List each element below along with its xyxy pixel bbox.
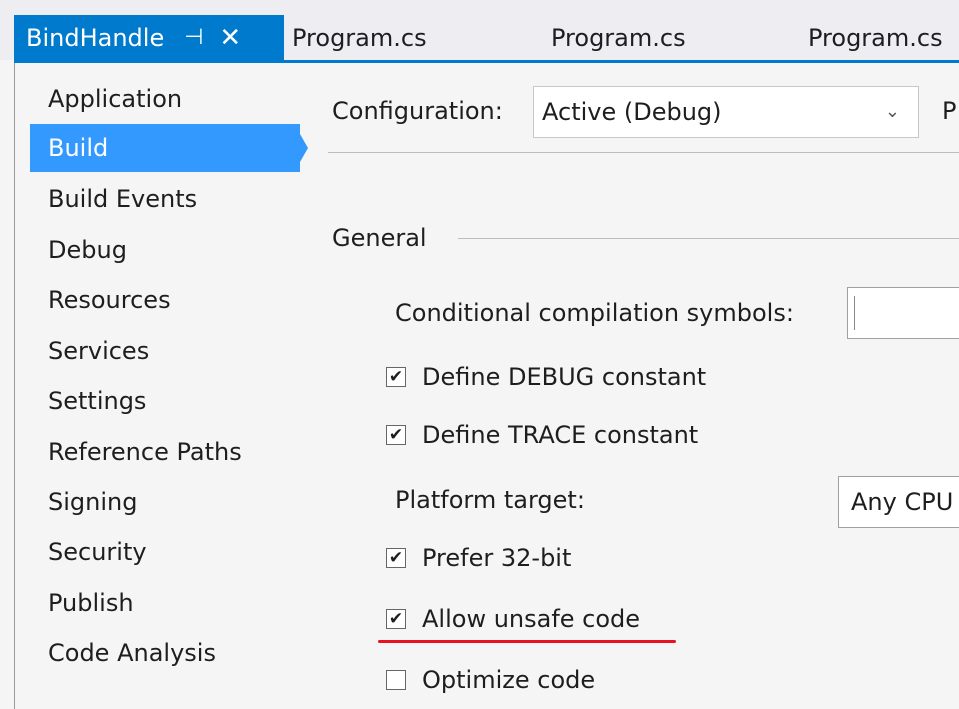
- define-debug-checkbox[interactable]: ✔: [386, 367, 406, 387]
- sidebar-item-code-analysis[interactable]: Code Analysis: [30, 631, 300, 675]
- allow-unsafe-checkbox[interactable]: ✔: [386, 609, 406, 629]
- annotation-red-underline: [378, 640, 676, 643]
- prefer-32bit-checkbox[interactable]: ✔: [386, 548, 406, 568]
- optimize-code-label: Optimize code: [422, 666, 596, 694]
- sidebar-item-label: Build Events: [48, 185, 198, 213]
- prefer-32bit-row[interactable]: ✔ Prefer 32-bit: [386, 540, 571, 576]
- selection-arrow-icon: [300, 134, 308, 162]
- check-icon: ✔: [388, 366, 404, 387]
- tab-program-cs-2[interactable]: Program.cs: [551, 15, 686, 60]
- sidebar-item-publish[interactable]: Publish: [30, 581, 300, 625]
- platform-target-label: Platform target:: [395, 486, 585, 514]
- tab-label: Program.cs: [808, 23, 943, 52]
- define-trace-checkbox[interactable]: ✔: [386, 425, 406, 445]
- conditional-symbols-input[interactable]: [847, 287, 959, 339]
- sidebar-item-signing[interactable]: Signing: [30, 480, 300, 524]
- tab-label: Program.cs: [292, 23, 427, 52]
- sidebar-item-resources[interactable]: Resources: [30, 278, 300, 322]
- tab-label: Program.cs: [551, 23, 686, 52]
- optimize-code-checkbox[interactable]: [386, 670, 406, 690]
- check-icon: ✔: [388, 608, 404, 629]
- configuration-value: Active (Debug): [542, 98, 722, 126]
- sidebar-item-label: Settings: [48, 387, 147, 415]
- check-icon: ✔: [388, 547, 404, 568]
- header-divider: [328, 152, 959, 153]
- sidebar-item-debug[interactable]: Debug: [30, 228, 300, 272]
- allow-unsafe-row[interactable]: ✔ Allow unsafe code: [386, 601, 640, 637]
- sidebar-item-label: Resources: [48, 286, 171, 314]
- platform-config-label-partial: P: [942, 97, 957, 125]
- section-general-title: General: [332, 224, 427, 252]
- sidebar-item-label: Application: [48, 85, 183, 113]
- sidebar-item-label: Reference Paths: [48, 438, 242, 466]
- define-trace-row[interactable]: ✔ Define TRACE constant: [386, 417, 698, 453]
- tab-label: BindHandle: [26, 23, 165, 52]
- sidebar-item-label: Signing: [48, 488, 138, 516]
- platform-target-value: Any CPU: [851, 488, 954, 516]
- platform-target-select[interactable]: Any CPU: [838, 476, 959, 528]
- sidebar-item-label: Debug: [48, 236, 127, 264]
- configuration-label: Configuration:: [332, 97, 503, 125]
- check-icon: ✔: [388, 424, 404, 445]
- conditional-symbols-label: Conditional compilation symbols:: [395, 299, 794, 327]
- pin-icon[interactable]: ⊣: [184, 25, 203, 50]
- section-general-rule: [458, 238, 959, 239]
- sidebar-item-reference-paths[interactable]: Reference Paths: [30, 430, 300, 474]
- sidebar-item-label: Services: [48, 337, 150, 365]
- tab-bindhandle[interactable]: BindHandle ⊣ ✕: [14, 15, 284, 60]
- sidebar-item-services[interactable]: Services: [30, 329, 300, 373]
- chevron-down-icon: ⌄: [884, 101, 900, 122]
- define-debug-label: Define DEBUG constant: [422, 363, 707, 391]
- sidebar-item-security[interactable]: Security: [30, 530, 300, 574]
- sidebar-item-label: Publish: [48, 589, 134, 617]
- sidebar-item-application[interactable]: Application: [30, 77, 300, 121]
- close-icon[interactable]: ✕: [219, 23, 241, 53]
- prefer-32bit-label: Prefer 32-bit: [422, 544, 572, 572]
- tab-underline: [14, 60, 959, 63]
- allow-unsafe-label: Allow unsafe code: [422, 605, 641, 633]
- configuration-select[interactable]: Active (Debug) ⌄: [533, 86, 919, 138]
- define-trace-label: Define TRACE constant: [422, 421, 699, 449]
- text-caret: [854, 296, 855, 330]
- sidebar-item-settings[interactable]: Settings: [30, 379, 300, 423]
- sidebar-item-label: Code Analysis: [48, 639, 216, 667]
- sidebar-item-build-events[interactable]: Build Events: [30, 177, 300, 221]
- panel-left-border: [14, 63, 15, 709]
- tab-program-cs-3[interactable]: Program.cs: [808, 15, 943, 60]
- sidebar-item-label: Build: [48, 134, 109, 162]
- tab-program-cs-1[interactable]: Program.cs: [292, 15, 427, 60]
- sidebar-item-build[interactable]: Build: [30, 124, 300, 172]
- optimize-code-row[interactable]: Optimize code: [386, 662, 595, 698]
- define-debug-row[interactable]: ✔ Define DEBUG constant: [386, 359, 706, 395]
- sidebar-item-label: Security: [48, 538, 147, 566]
